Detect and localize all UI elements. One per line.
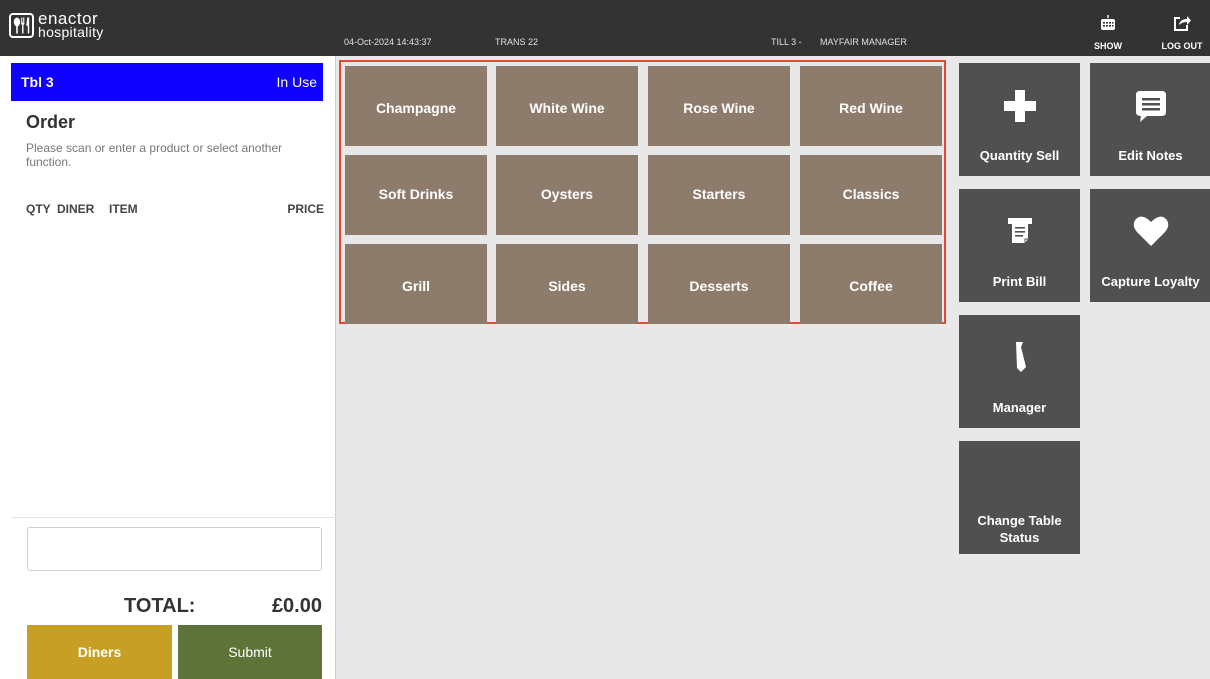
category-sides[interactable]: Sides [496,244,638,324]
category-champagne[interactable]: Champagne [345,66,487,146]
category-label: Grill [401,278,430,294]
category-label: Soft Drinks [378,186,454,202]
table-status: In Use [276,74,317,90]
column-item: ITEM [109,202,138,216]
category-soft-drinks[interactable]: Soft Drinks [345,155,487,235]
category-oysters[interactable]: Oysters [496,155,638,235]
submit-button[interactable]: Submit [178,625,322,679]
quantity-sell-label: Quantity Sell [979,148,1060,163]
plus-icon [1003,90,1036,122]
app-logo: enactor hospitality [9,10,104,40]
category-rose-wine[interactable]: Rose Wine [648,66,790,146]
change-table-status-label-line1: Change Table [977,513,1062,528]
quantity-sell-button[interactable]: Quantity Sell [959,63,1080,176]
show-keyboard-button[interactable]: SHOW [1086,14,1130,51]
pos-screen: enactor hospitality 04-Oct-2024 14:43:37… [0,0,1210,679]
logout-label: LOG OUT [1161,41,1203,51]
note-icon [1135,91,1166,122]
column-price: PRICE [287,202,324,216]
order-prompt: Please scan or enter a product or select… [26,141,283,169]
show-label: SHOW [1094,41,1122,51]
keyboard-icon [1101,15,1115,30]
status-user: MAYFAIR MANAGER [820,37,907,47]
column-qty: QTY [26,202,51,216]
status-transaction: TRANS 22 [495,37,539,47]
capture-loyalty-button[interactable]: Capture Loyalty [1090,189,1210,302]
status-till: TILL 3 - [771,37,802,47]
status-datetime: 04-Oct-2024 14:43:37 [344,37,432,47]
column-diner: DINER [57,202,95,216]
edit-notes-label: Edit Notes [1118,148,1183,163]
function-panel: Quantity Sell Edit Notes Print Bill Capt… [950,56,1210,679]
category-label: Sides [548,278,586,294]
divider [11,517,336,518]
print-bill-label: Print Bill [992,274,1047,289]
category-label: Oysters [540,186,594,202]
category-white-wine[interactable]: White Wine [496,66,638,146]
category-label: Starters [692,186,746,202]
category-classics[interactable]: Classics [800,155,942,235]
manager-label: Manager [992,400,1047,415]
category-red-wine[interactable]: Red Wine [800,66,942,146]
logo-subtitle: hospitality [38,24,104,40]
order-column-headers: QTY DINER ITEM PRICE [26,202,324,216]
change-table-status-label-line2: Status [999,530,1040,545]
top-bar: enactor hospitality 04-Oct-2024 14:43:37… [0,0,1210,56]
category-label: Champagne [375,100,457,116]
product-scan-input[interactable] [27,527,322,571]
capture-loyalty-label: Capture Loyalty [1101,274,1200,289]
category-label: Red Wine [839,100,903,116]
category-starters[interactable]: Starters [648,155,790,235]
heart-icon [1133,216,1168,246]
category-label: Rose Wine [683,100,755,116]
manager-button[interactable]: Manager [959,315,1080,428]
table-name: Tbl 3 [21,74,54,90]
tie-icon [1015,342,1026,372]
category-grill[interactable]: Grill [345,244,487,324]
diners-button[interactable]: Diners [27,625,172,679]
order-panel: Tbl 3 In Use Order Please scan or enter … [0,56,336,679]
order-title: Order [26,112,76,132]
logout-icon [1174,16,1191,31]
receipt-printer-icon [1007,218,1032,243]
total-label: TOTAL: [124,595,196,617]
category-label: Coffee [849,278,893,294]
change-table-status-button[interactable]: Change Table Status [959,441,1080,554]
category-coffee[interactable]: Coffee [800,244,942,324]
total-value: £0.00 [271,595,322,617]
print-bill-button[interactable]: Print Bill [959,189,1080,302]
table-header: Tbl 3 In Use [11,63,323,101]
category-grid: Champagne White Wine Rose Wine Red Wine … [339,60,946,324]
category-label: Classics [842,186,900,202]
category-label: White Wine [529,100,605,116]
edit-notes-button[interactable]: Edit Notes [1090,63,1210,176]
cutlery-logo-icon [9,12,34,38]
logout-button[interactable]: LOG OUT [1160,14,1204,51]
category-label: Desserts [689,278,749,294]
category-area: Champagne White Wine Rose Wine Red Wine … [336,56,950,679]
category-desserts[interactable]: Desserts [648,244,790,324]
